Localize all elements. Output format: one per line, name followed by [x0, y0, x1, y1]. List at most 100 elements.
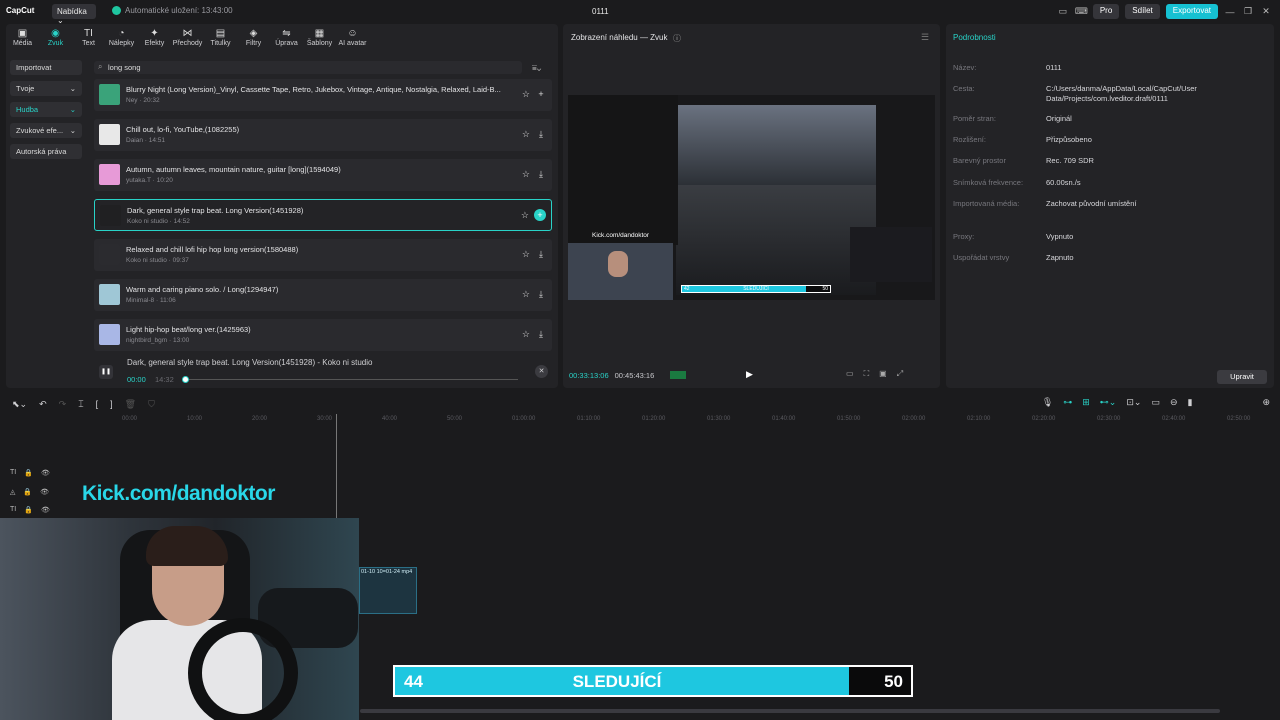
tab-adjust[interactable]: ⇋ Úprava [270, 24, 303, 52]
sticker-icon: ◔ [118, 28, 125, 39]
star-icon[interactable]: ☆ [522, 89, 530, 100]
split-left-icon[interactable]: [ [96, 399, 99, 409]
tab-transitions[interactable]: ⋈ Přechody [171, 24, 204, 52]
sidebar-item[interactable]: Autorská práva [10, 144, 82, 159]
download-icon[interactable]: ⤓ [535, 168, 547, 180]
tab-media[interactable]: ▣ Média [6, 24, 39, 52]
track-item[interactable]: Blurry Night (Long Version)_Vinyl, Casse… [94, 79, 552, 111]
maximize-icon[interactable]: ❐ [1242, 6, 1254, 17]
redo-icon[interactable]: ↷ [59, 399, 67, 410]
split-icon[interactable]: ⌶ [78, 399, 83, 410]
timeline-video-clip[interactable]: 01-10 10=01-24 mp4 [359, 567, 417, 614]
menu-button[interactable]: Nabídka ⌄ [52, 4, 96, 25]
eye-icon[interactable]: 👁 [41, 469, 50, 477]
quality-icon[interactable]: ▣ [879, 369, 887, 379]
play-icon[interactable]: ▶ [746, 369, 753, 380]
player-progress-handle[interactable] [182, 376, 189, 383]
timeline-ruler[interactable]: 00:00 10:00 20:00 30:00 40:00 50:00 01:00:00 01… [90, 416, 1280, 426]
link-icon[interactable]: ⊶ [1063, 397, 1072, 408]
track-item[interactable]: Light hip-hop beat/long ver.(1425963) nig… [94, 319, 552, 351]
zoom-out-icon[interactable]: ⊖ [1170, 397, 1178, 408]
track-item[interactable]: Warm and caring piano solo. / Long(12949… [94, 279, 552, 311]
tab-templates[interactable]: ▦ Šablony [303, 24, 336, 52]
ratio-icon[interactable]: ▭ [846, 369, 854, 379]
download-icon[interactable]: ⤓ [535, 248, 547, 260]
detail-key: Snímková frekvence: [953, 178, 1024, 187]
tab-effects[interactable]: ✦ Efekty [138, 24, 171, 52]
tab-sticker[interactable]: ◔ Nálepky [105, 24, 138, 52]
tab-filters[interactable]: ◈ Filtry [237, 24, 270, 52]
video-kick-text: Kick.com/dandoktor [592, 232, 650, 239]
snap-icon[interactable]: ⊷⌄ [1100, 397, 1117, 408]
microphone-icon[interactable]: 🎙 [1042, 397, 1053, 408]
close-icon[interactable]: ✕ [1260, 6, 1272, 17]
track-item[interactable]: Relaxed and chill lofi hip hop long vers… [94, 239, 552, 271]
star-icon[interactable]: ☆ [522, 249, 530, 260]
pro-button[interactable]: Pro [1092, 4, 1120, 19]
preview-current-time: 00:33:13:06 [569, 371, 609, 380]
star-icon[interactable]: ☆ [522, 289, 530, 300]
delete-icon[interactable]: 🗑 [125, 399, 136, 410]
lock-icon[interactable]: 🔒 [24, 469, 33, 477]
sidebar-item[interactable]: Zvukové efe... ⌄ [10, 123, 82, 138]
pause-icon[interactable]: ❚❚ [99, 365, 113, 379]
tab-label: Text [82, 40, 95, 47]
fullscreen-icon[interactable]: ⤢ [897, 369, 903, 379]
info-icon[interactable]: ⓘ [673, 33, 681, 44]
screenshot-icon[interactable]: ⛶ [864, 369, 870, 379]
tab-text[interactable]: TI Text [72, 24, 105, 52]
layout-icon[interactable]: ▭ [1057, 6, 1069, 17]
undo-icon[interactable]: ↶ [39, 399, 47, 410]
split-right-icon[interactable]: ] [110, 399, 113, 409]
shortcuts-icon[interactable]: ⌨ [1075, 6, 1088, 17]
share-button[interactable]: Sdílet [1125, 4, 1160, 19]
lock-icon[interactable]: 🔒 [24, 506, 33, 514]
search-input[interactable]: ⌕ long song [94, 61, 522, 74]
tab-ai-avatar[interactable]: ☺ AI avatar [336, 24, 369, 52]
sidebar-item[interactable]: Importovat [10, 60, 82, 75]
video-preview[interactable]: Kick.com/dandoktor 42 SLEDUJÍCÍ 50 [568, 95, 935, 300]
subtitle-icon[interactable]: ▭ [1151, 397, 1160, 408]
ruler-tick: 01:20:00 [642, 416, 666, 422]
edit-button[interactable]: Upravit [1217, 370, 1267, 384]
tab-audio[interactable]: ◉ Zvuk [39, 24, 72, 52]
shield-icon[interactable]: ⛉ [148, 399, 155, 410]
ruler-tick: 50:00 [447, 416, 463, 422]
ruler-tick: 30:00 [317, 416, 333, 422]
sidebar-item[interactable]: Tvoje ⌄ [10, 81, 82, 96]
magnet-icon[interactable]: ⊞ [1082, 397, 1090, 408]
player-progress[interactable] [186, 379, 518, 380]
tab-captions[interactable]: ▤ Titulky [204, 24, 237, 52]
tab-label: Přechody [172, 40, 203, 47]
star-icon[interactable]: ☆ [522, 329, 530, 340]
star-icon[interactable]: ☆ [522, 169, 530, 180]
playhead[interactable] [336, 414, 337, 518]
close-icon[interactable]: ✕ [535, 365, 548, 378]
lock-icon[interactable]: 🔒 [23, 488, 32, 496]
timeline-scrollbar[interactable] [360, 709, 1220, 713]
add-icon[interactable]: + [534, 209, 546, 221]
eye-icon[interactable]: 👁 [41, 506, 50, 514]
hamburger-icon[interactable]: ☰ [921, 32, 929, 43]
eye-icon[interactable]: 👁 [40, 488, 49, 496]
webcam-overlay [0, 518, 359, 720]
zoom-in-icon[interactable]: ⊕ [1262, 397, 1270, 408]
download-icon[interactable]: ⤓ [535, 288, 547, 300]
zoom-slider-icon[interactable]: ▮ [1188, 397, 1193, 408]
star-icon[interactable]: ☆ [522, 129, 530, 140]
track-item[interactable]: Chill out, lo-fi, YouTube,(1082255) Daian… [94, 119, 552, 151]
export-button[interactable]: Exportovat [1165, 4, 1218, 19]
track-item[interactable]: Autumn, autumn leaves, mountain nature, … [94, 159, 552, 191]
add-icon[interactable]: + [535, 88, 547, 100]
sidebar-item[interactable]: Hudba ⌄ [10, 102, 82, 117]
star-icon[interactable]: ☆ [521, 210, 529, 221]
download-icon[interactable]: ⤓ [535, 328, 547, 340]
track-item[interactable]: Dark, general style trap beat. Long Vers… [94, 199, 552, 231]
filter-icon[interactable]: ⩸⌄ [532, 63, 541, 73]
track-meta: yutaka.T · 10:20 [126, 177, 173, 184]
preview-axis-icon[interactable]: ⊡⌄ [1126, 397, 1141, 408]
select-tool-icon[interactable]: ⬉⌄ [12, 399, 27, 410]
download-icon[interactable]: ⤓ [535, 128, 547, 140]
detail-key: Název: [953, 63, 977, 72]
minimize-icon[interactable]: — [1224, 7, 1236, 17]
